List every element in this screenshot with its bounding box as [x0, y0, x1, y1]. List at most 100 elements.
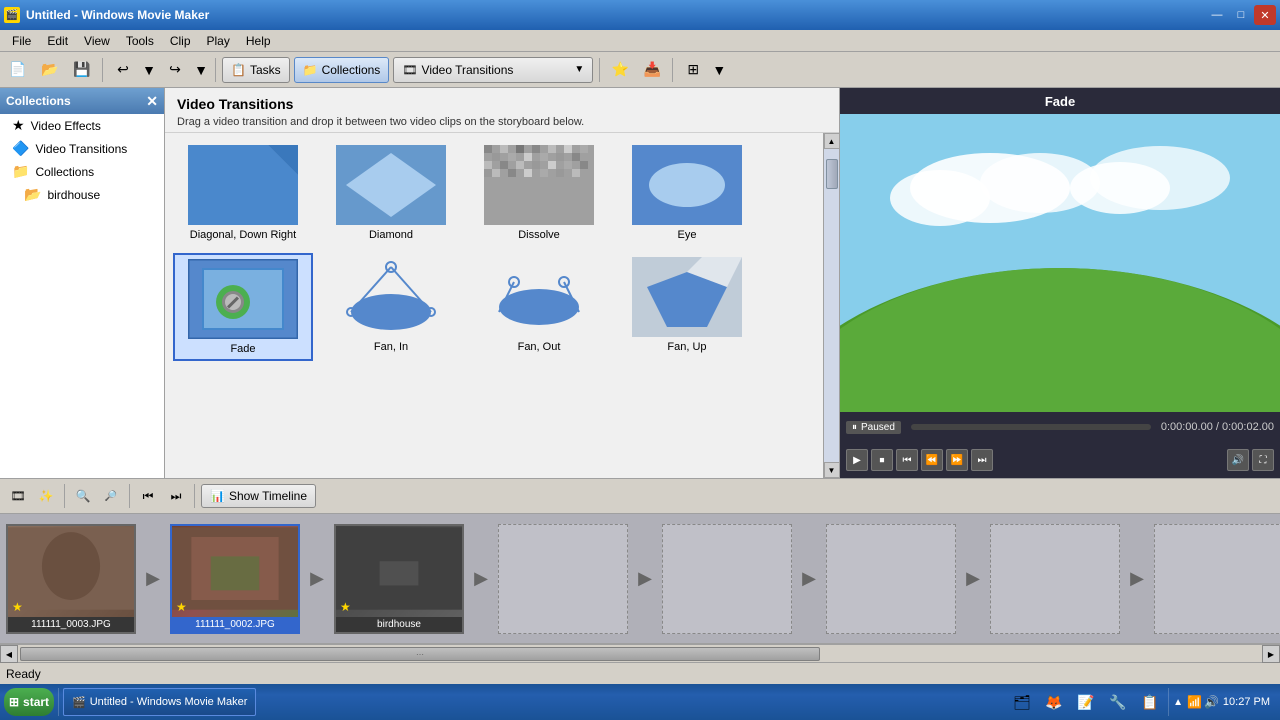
transition-fan-out[interactable]: Fan, Out	[469, 253, 609, 361]
system-clock[interactable]: 10:27 PM	[1223, 696, 1270, 708]
menu-bar: File Edit View Tools Clip Play Help	[0, 30, 1280, 52]
volume-button[interactable]: 🔊	[1227, 449, 1249, 471]
menu-edit[interactable]: Edit	[39, 32, 76, 50]
bt-separator-3	[194, 484, 195, 508]
transition-label: Fan, Up	[667, 341, 706, 353]
menu-play[interactable]: Play	[199, 32, 238, 50]
magic-wand-button[interactable]: ✨	[34, 484, 58, 508]
sidebar-item-video-transitions[interactable]: 🔷 Video Transitions	[0, 137, 164, 160]
tray-arrow[interactable]: ▲	[1173, 697, 1183, 708]
scroll-down-arrow[interactable]: ▼	[824, 462, 840, 478]
grid-button[interactable]: ⊞	[679, 56, 707, 84]
transition-thumb	[632, 257, 742, 337]
redo-dropdown[interactable]: ▼	[193, 56, 209, 84]
taskbar-moviemaker-app[interactable]: 🎬 Untitled - Windows Movie Maker	[63, 688, 256, 716]
sidebar-item-birdhouse[interactable]: 📂 birdhouse	[0, 183, 164, 206]
zoom-in-button[interactable]: 🔍	[71, 484, 95, 508]
close-button[interactable]: ✕	[1254, 5, 1276, 25]
fast-forward-button[interactable]: ⏩	[946, 449, 968, 471]
collections-button[interactable]: 📁 Collections	[294, 57, 390, 83]
menu-file[interactable]: File	[4, 32, 39, 50]
show-timeline-button[interactable]: 📊 Show Timeline	[201, 484, 316, 508]
storyboard-clip-1[interactable]: ★ 111111_0003.JPG	[6, 524, 136, 634]
scroll-handle[interactable]	[826, 159, 838, 189]
transition-label: Fade	[230, 343, 255, 355]
transition-thumb	[336, 257, 446, 337]
tray-icon-word[interactable]: 📝	[1072, 688, 1100, 716]
vertical-scrollbar[interactable]: ▲ ▼	[823, 133, 839, 478]
undo-dropdown[interactable]: ▼	[141, 56, 157, 84]
transition-fade[interactable]: Fade	[173, 253, 313, 361]
app-icon-taskbar: 🎬	[72, 696, 86, 709]
transition-eye[interactable]: Eye	[617, 141, 757, 245]
storyboard-icon-button[interactable]: 🎞	[6, 484, 30, 508]
redo-button[interactable]: ↪	[161, 56, 189, 84]
new-button[interactable]: 📄	[4, 56, 32, 84]
next-frame-button[interactable]: ⏭	[971, 449, 993, 471]
open-button[interactable]: 📂	[36, 56, 64, 84]
volume-icon[interactable]: 🔊	[1204, 695, 1219, 709]
sidebar-item-collections[interactable]: 📁 Collections	[0, 160, 164, 183]
collections-folder-icon: 📁	[12, 163, 29, 180]
tasks-button[interactable]: 📋 Tasks	[222, 57, 290, 83]
transition-arrow-2: ▶	[300, 524, 334, 634]
sidebar-item-label: Collections	[35, 165, 94, 179]
transitions-header: Video Transitions Drag a video transitio…	[165, 88, 839, 133]
preview-video	[840, 114, 1280, 412]
prev-frame-storyboard[interactable]: ⏮	[136, 484, 160, 508]
storyboard-clip-3[interactable]: ★ birdhouse	[334, 524, 464, 634]
tray-icon-folder[interactable]: 🗂	[1008, 688, 1036, 716]
dropdown-icon: 🎞	[402, 63, 417, 77]
next-frame-storyboard[interactable]: ⏭	[164, 484, 188, 508]
play-button[interactable]: ▶	[846, 449, 868, 471]
sidebar-item-video-effects[interactable]: ★ Video Effects	[0, 114, 164, 137]
seek-bar[interactable]	[911, 424, 1151, 430]
maximize-button[interactable]: □	[1230, 5, 1252, 25]
preview-controls: ⏸ Paused 0:00:00.00 / 0:00:02.00	[840, 412, 1280, 442]
bottom-toolbar: 🎞 ✨ 🔍 🔎 ⏮ ⏭ 📊 Show Timeline	[0, 478, 1280, 514]
tray-icon-clipboard[interactable]: 📋	[1136, 688, 1164, 716]
menu-view[interactable]: View	[76, 32, 118, 50]
empty-clip-1	[498, 524, 628, 634]
prev-frame-button[interactable]: ⏮	[896, 449, 918, 471]
scroll-left-btn[interactable]: ◀	[0, 645, 18, 663]
collections-icon: 📁	[303, 63, 318, 77]
transition-diagonal-down-right[interactable]: Diagonal, Down Right	[173, 141, 313, 245]
scroll-track	[824, 149, 840, 462]
rewind-button[interactable]: ⏪	[921, 449, 943, 471]
stop-button[interactable]: ⏹	[871, 449, 893, 471]
menu-tools[interactable]: Tools	[118, 32, 162, 50]
undo-button[interactable]: ↩	[109, 56, 137, 84]
playback-controls: ▶ ⏹ ⏮ ⏪ ⏩ ⏭ 🔊 ⛶	[840, 442, 1280, 478]
transition-label: Diamond	[369, 229, 413, 241]
menu-help[interactable]: Help	[238, 32, 279, 50]
tray-icon-browser[interactable]: 🦊	[1040, 688, 1068, 716]
import-button[interactable]: 📥	[638, 56, 666, 84]
zoom-out-button[interactable]: 🔎	[99, 484, 123, 508]
menu-clip[interactable]: Clip	[162, 32, 199, 50]
horizontal-scroll-thumb[interactable]: ⋯	[20, 647, 820, 661]
clip-thumbnail	[172, 526, 298, 617]
transition-fan-up[interactable]: Fan, Up	[617, 253, 757, 361]
minimize-button[interactable]: —	[1206, 5, 1228, 25]
transition-diamond[interactable]: Diamond	[321, 141, 461, 245]
storyboard-clip-2[interactable]: ★ 111111_0002.JPG	[170, 524, 300, 634]
save-button[interactable]: 💾	[68, 56, 96, 84]
grid-dropdown[interactable]: ▼	[711, 56, 727, 84]
scroll-right-btn[interactable]: ▶	[1262, 645, 1280, 663]
category-dropdown[interactable]: 🎞 Video Transitions ▼	[393, 57, 593, 83]
star-button[interactable]: ⭐	[606, 56, 634, 84]
storyboard-scrollbar[interactable]: ◀ ⋯ ▶	[0, 644, 1280, 662]
taskbar: ⊞ start 🎬 Untitled - Windows Movie Maker…	[0, 684, 1280, 720]
transition-arrow-3: ▶	[464, 524, 498, 634]
tray-icon-settings[interactable]: 🔧	[1104, 688, 1132, 716]
left-panel-close[interactable]: ✕	[146, 93, 158, 110]
fullscreen-button[interactable]: ⛶	[1252, 449, 1274, 471]
transition-dissolve[interactable]: Dissolve	[469, 141, 609, 245]
scroll-up-arrow[interactable]: ▲	[824, 133, 840, 149]
sidebar-item-label: birdhouse	[47, 188, 100, 202]
transition-label: Eye	[678, 229, 697, 241]
transition-arrow-7: ▶	[1120, 524, 1154, 634]
transition-fan-in[interactable]: Fan, In	[321, 253, 461, 361]
start-button[interactable]: ⊞ start	[4, 688, 54, 716]
